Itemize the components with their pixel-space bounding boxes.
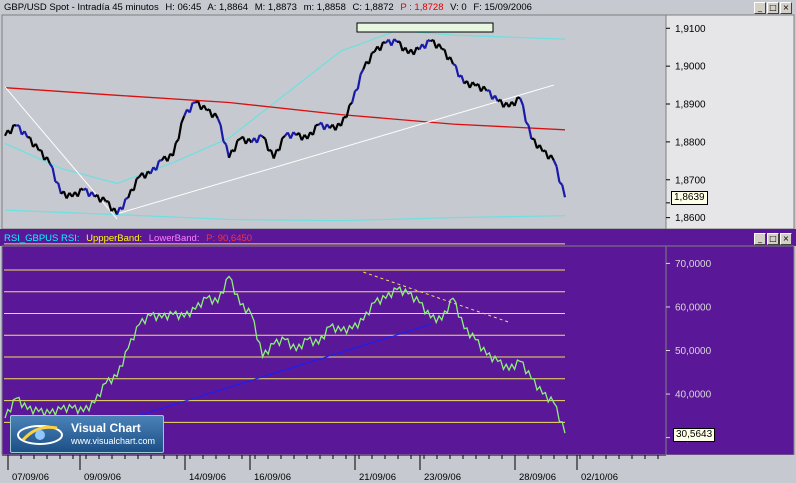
price-y-tick-label: 1,8700 bbox=[675, 175, 706, 186]
rsi-y-tick-label: 70,0000 bbox=[675, 259, 712, 270]
price-segment bbox=[13, 125, 16, 126]
price-window-buttons: _ □ × bbox=[754, 2, 792, 14]
maximize-button[interactable]: □ bbox=[767, 2, 779, 14]
highlight-rectangle bbox=[357, 23, 493, 32]
price-segment bbox=[260, 135, 263, 137]
date-label: F: 15/09/2006 bbox=[473, 2, 532, 13]
last-rsi-tag: 30,5643 bbox=[673, 428, 715, 442]
rsi-label: RSI_GBPUS RSI: bbox=[4, 233, 80, 244]
x-tick-label: 14/09/06 bbox=[189, 472, 226, 483]
price-y-tick-label: 1,9100 bbox=[675, 24, 706, 35]
close-label: C: 1,8872 bbox=[353, 2, 394, 13]
minimize-button[interactable]: _ bbox=[754, 2, 766, 14]
maximize-button[interactable]: □ bbox=[767, 233, 779, 245]
price-segment bbox=[55, 182, 58, 183]
high-label: M: 1,8873 bbox=[255, 2, 297, 13]
last-price-tag: 1,8639 bbox=[671, 191, 708, 205]
price-plot-area bbox=[2, 15, 666, 229]
price-segment bbox=[517, 97, 520, 98]
price-segment bbox=[81, 189, 84, 191]
price-pane: 1,9100 1,9000 1,8900 1,8800 1,8700 1,8600 GBP… bbox=[0, 0, 796, 229]
rsi-window-buttons: _ □ × bbox=[754, 233, 792, 245]
rsi-header: RSI_GBPUS RSI: UppperBand: LowerBand: P:… bbox=[4, 232, 256, 245]
price-segment bbox=[428, 40, 431, 41]
logo-name: Visual Chart bbox=[71, 421, 141, 435]
hour-label: H: 06:45 bbox=[165, 2, 201, 13]
logo-url: www.visualchart.com bbox=[71, 436, 155, 446]
x-tick-label: 23/09/06 bbox=[424, 472, 461, 483]
low-label: m: 1,8858 bbox=[304, 2, 346, 13]
x-tick-label: 16/09/06 bbox=[254, 472, 291, 483]
p-label: P : 1,8728 bbox=[400, 2, 443, 13]
x-tick-label: 09/09/06 bbox=[84, 472, 121, 483]
x-tick-label: 07/09/06 bbox=[12, 472, 49, 483]
minimize-button[interactable]: _ bbox=[754, 233, 766, 245]
price-segment bbox=[125, 198, 128, 199]
open-label: A: 1,8864 bbox=[207, 2, 248, 13]
volume-label: V: 0 bbox=[450, 2, 467, 13]
x-axis: 07/09/06 09/09/06 14/09/06 16/09/06 21/09/06… bbox=[0, 455, 796, 481]
x-tick-label: 02/10/06 bbox=[581, 472, 618, 483]
x-tick-label: 28/09/06 bbox=[519, 472, 556, 483]
rsi-y-tick-label: 60,0000 bbox=[675, 302, 712, 313]
price-segment bbox=[453, 64, 456, 66]
lower-band-label: LowerBand: bbox=[149, 233, 200, 244]
symbol-label: GBP/USD Spot - Intradía 45 minutos bbox=[4, 2, 159, 13]
price-header: GBP/USD Spot - Intradía 45 minutos H: 06… bbox=[4, 1, 536, 14]
price-y-tick-label: 1,8800 bbox=[675, 137, 706, 148]
visual-chart-logo: Visual Chart www.visualchart.com bbox=[10, 415, 164, 453]
logo-icon bbox=[13, 418, 67, 450]
chart-window: 1,9100 1,9000 1,8900 1,8800 1,8700 1,8600 GBP… bbox=[0, 0, 796, 481]
price-y-tick-label: 1,8900 bbox=[675, 100, 706, 111]
price-segment bbox=[372, 52, 375, 53]
price-y-tick-label: 1,8600 bbox=[675, 213, 706, 224]
x-tick-label: 21/09/06 bbox=[359, 472, 396, 483]
close-button[interactable]: × bbox=[780, 2, 792, 14]
close-button[interactable]: × bbox=[780, 233, 792, 245]
p-value-label: P: 90,6450 bbox=[206, 233, 252, 244]
price-y-tick-label: 1,9000 bbox=[675, 62, 706, 73]
rsi-y-tick-label: 40,0000 bbox=[675, 390, 712, 401]
price-segment bbox=[237, 139, 240, 141]
upper-band-label: UppperBand: bbox=[86, 233, 142, 244]
price-segment bbox=[442, 49, 445, 50]
rsi-y-tick-label: 50,0000 bbox=[675, 346, 712, 357]
